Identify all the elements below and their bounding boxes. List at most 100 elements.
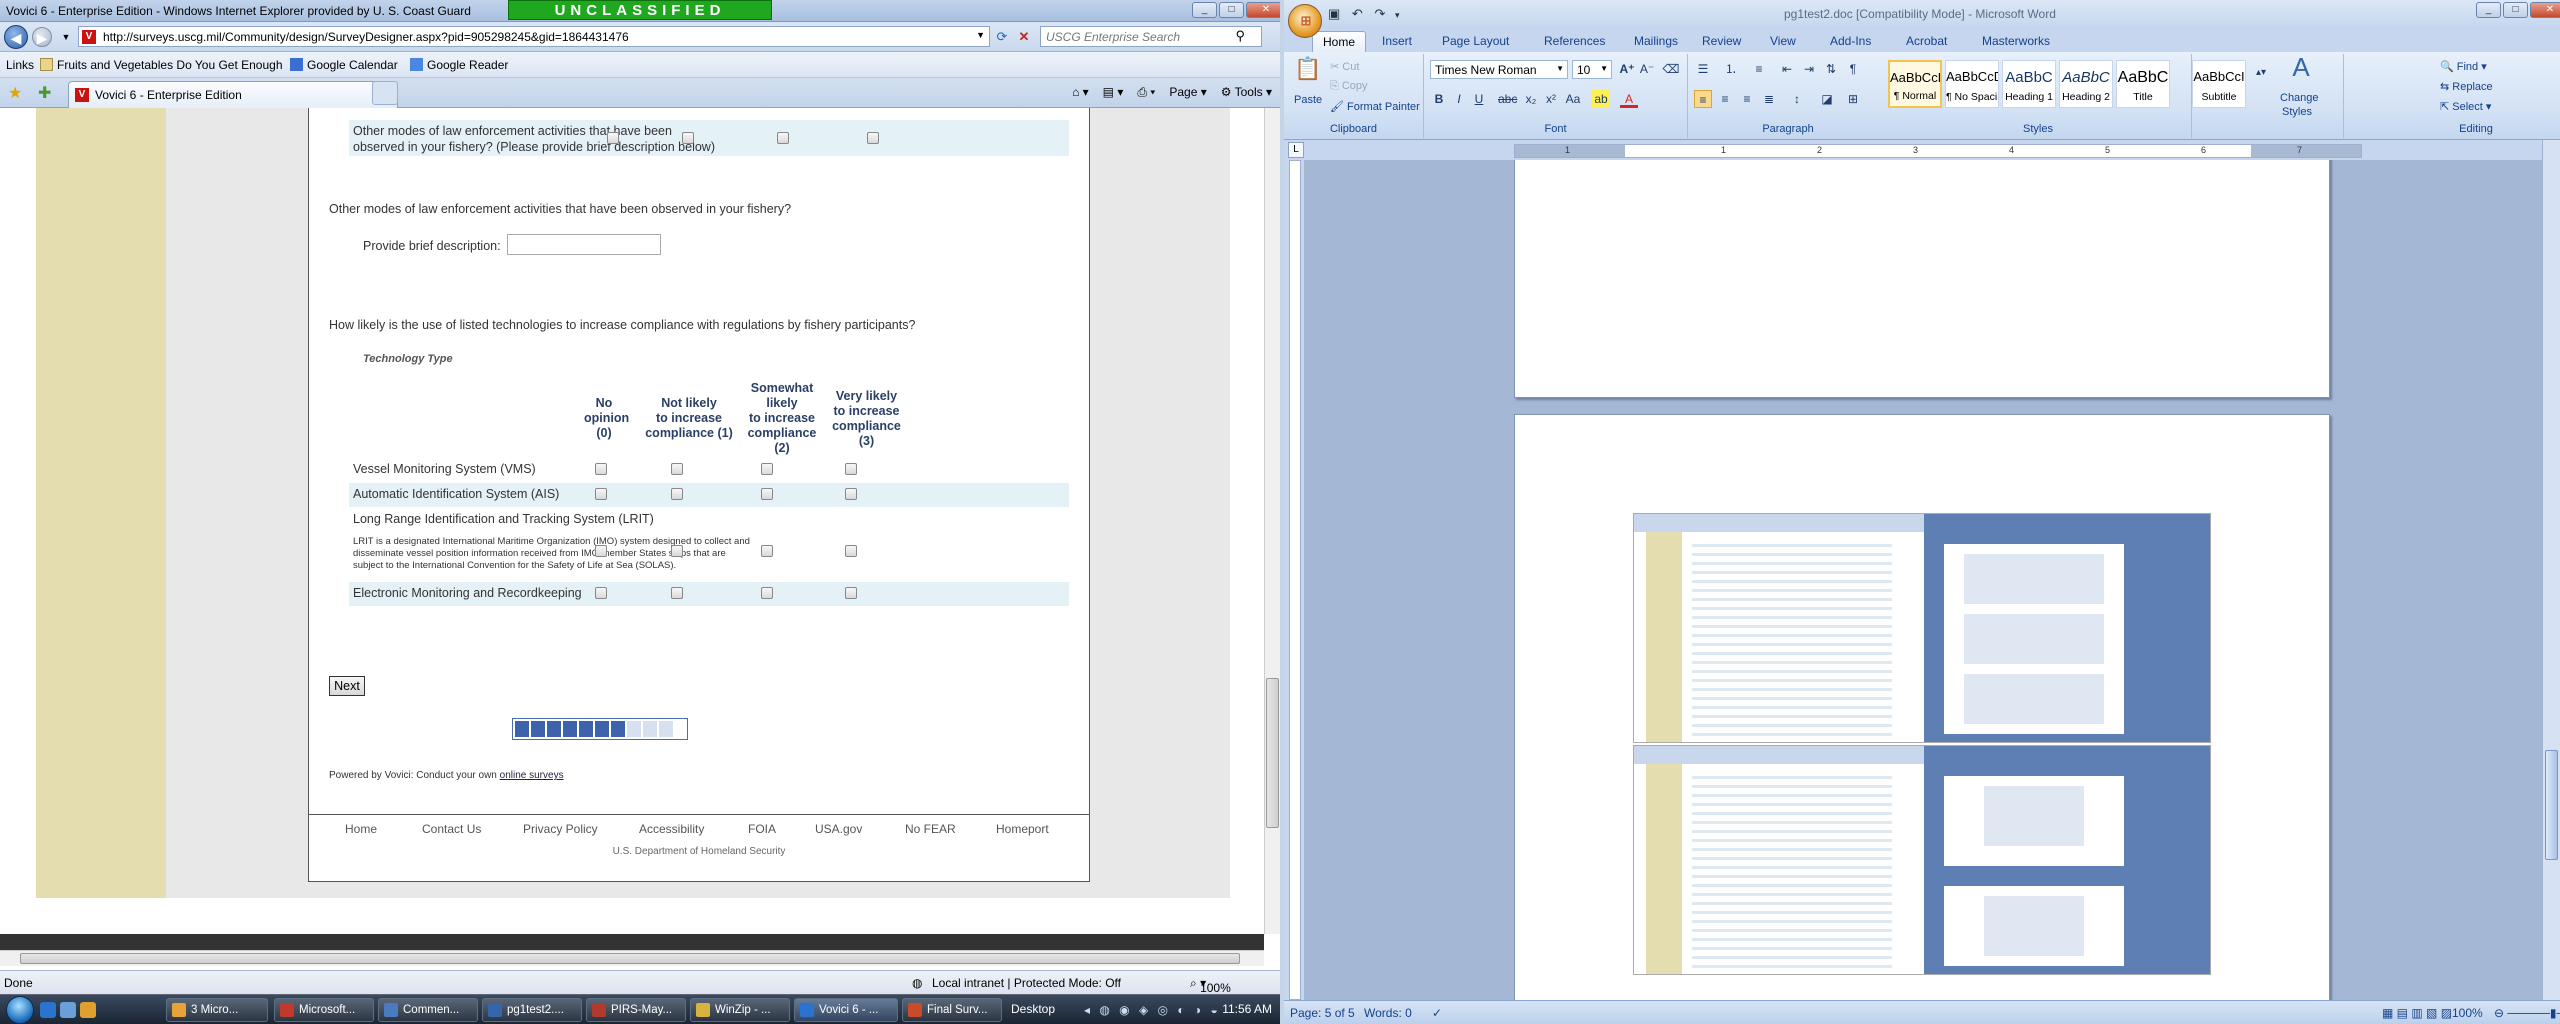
tab-page-layout[interactable]: Page Layout — [1432, 31, 1519, 52]
address-input[interactable]: V http://surveys.uscg.mil/Community/desi… — [78, 26, 990, 47]
italic-icon[interactable]: I — [1450, 90, 1468, 108]
scroll-thumb[interactable] — [20, 953, 1240, 964]
forward-icon[interactable]: ▶ — [32, 27, 52, 47]
checkbox[interactable] — [671, 545, 683, 557]
start-button[interactable] — [6, 996, 34, 1024]
paste-icon[interactable]: 📋 — [1294, 58, 1322, 90]
chevron-down-icon[interactable]: ▼ — [976, 30, 985, 40]
link-fruits[interactable]: Fruits and Vegetables Do You Get Enough — [40, 58, 283, 72]
footer-link-home[interactable]: Home — [345, 822, 377, 836]
clock[interactable]: 11:56 AM — [1222, 1002, 1272, 1016]
cut-button[interactable]: ✂ Cut — [1330, 60, 1359, 73]
footer-link-foia[interactable]: FOIA — [748, 822, 776, 836]
home-icon[interactable]: ⌂ ▾ — [1072, 85, 1089, 100]
tab-home[interactable]: Home — [1312, 31, 1367, 52]
ie-quicklaunch-icon[interactable] — [40, 1002, 56, 1018]
change-case-icon[interactable]: Aa — [1564, 90, 1582, 108]
taskbar-item[interactable]: PIRS-May... — [586, 998, 686, 1022]
checkbox[interactable] — [595, 545, 607, 557]
system-tray-icons[interactable]: ◂ ◍ ◉ ◈ ◎ ◐ ◑ ◒ — [1084, 1003, 1221, 1017]
close-icon[interactable]: ✕ — [1246, 2, 1280, 18]
borders-icon[interactable]: ⊞ — [1844, 90, 1862, 108]
checkbox[interactable] — [777, 132, 789, 144]
refresh-icon[interactable]: ⟳ — [992, 27, 1012, 47]
style-no-spacing[interactable]: AaBbCcDc ¶ No Spaci... — [1945, 60, 1999, 108]
checkbox[interactable] — [761, 587, 773, 599]
footer-link-nofear[interactable]: No FEAR — [905, 822, 956, 836]
checkbox[interactable] — [761, 463, 773, 475]
clear-format-icon[interactable]: ⌫ — [1662, 60, 1680, 78]
style-heading-2[interactable]: AaBbC Heading 2 — [2059, 60, 2113, 108]
checkbox[interactable] — [671, 488, 683, 500]
save-icon[interactable]: ▣ — [1328, 6, 1340, 21]
view-buttons[interactable]: ▦ ▤ ▥ ▧ ▨ — [2382, 1006, 2452, 1020]
numbering-icon[interactable]: ⒈ — [1722, 60, 1740, 78]
style-title[interactable]: AaBbC Title — [2116, 60, 2170, 108]
checkbox[interactable] — [682, 132, 694, 144]
tab-review[interactable]: Review — [1692, 31, 1751, 52]
font-size-combo[interactable]: 10 ▼ — [1572, 60, 1612, 79]
tab-selector-icon[interactable]: L — [1288, 142, 1304, 158]
new-tab-button[interactable] — [372, 81, 398, 105]
highlight-icon[interactable]: ab — [1592, 90, 1610, 108]
footer-link-contact[interactable]: Contact Us — [422, 822, 481, 836]
multilevel-list-icon[interactable]: ≡ — [1750, 60, 1768, 78]
redo-icon[interactable]: ↷ — [1374, 6, 1385, 21]
styles-scroll-icon[interactable]: ▴▾ — [2252, 64, 2270, 82]
strikethrough-icon[interactable]: abc — [1498, 90, 1517, 108]
word-count[interactable]: Words: 0 — [1364, 1006, 1412, 1020]
maximize-icon[interactable]: □ — [2503, 2, 2528, 18]
scroll-thumb[interactable] — [1266, 678, 1279, 828]
line-spacing-icon[interactable]: ↕ — [1788, 90, 1806, 108]
subscript-icon[interactable]: x₂ — [1522, 90, 1540, 108]
underline-icon[interactable]: U — [1470, 90, 1488, 108]
history-dropdown-icon[interactable]: ▼ — [56, 27, 76, 47]
tab-insert[interactable]: Insert — [1372, 31, 1422, 52]
checkbox[interactable] — [595, 587, 607, 599]
description-field[interactable] — [507, 234, 661, 255]
online-surveys-link[interactable]: online surveys — [500, 770, 564, 781]
shrink-font-icon[interactable]: A⁻ — [1638, 60, 1656, 78]
undo-icon[interactable]: ↶ — [1352, 6, 1363, 21]
word-vertical-scrollbar[interactable] — [2542, 140, 2560, 1000]
select-button[interactable]: ⇱ Select ▾ — [2440, 100, 2491, 113]
office-button[interactable]: ⊞ — [1288, 4, 1322, 38]
maximize-icon[interactable]: □ — [1219, 2, 1244, 18]
search-icon[interactable]: ⚲ — [1235, 28, 1245, 44]
taskbar-item[interactable]: WinZip - ... — [690, 998, 790, 1022]
favorites-star-icon[interactable]: ★ — [8, 83, 22, 103]
font-color-icon[interactable]: A — [1620, 90, 1638, 108]
zoom-slider[interactable]: ⊖ ─────▮──── ⊕ — [2494, 1006, 2560, 1020]
taskbar-item[interactable]: 3 Micro... — [166, 998, 268, 1022]
tab-add-ins[interactable]: Add-Ins — [1820, 31, 1881, 52]
vertical-scrollbar[interactable] — [1264, 108, 1280, 934]
change-styles-label[interactable]: Change — [2280, 92, 2319, 104]
link-google-reader[interactable]: Google Reader — [410, 58, 508, 72]
superscript-icon[interactable]: x² — [1542, 90, 1560, 108]
change-styles-label-2[interactable]: Styles — [2282, 106, 2312, 118]
desktop-toolbar[interactable]: Desktop — [1011, 1002, 1055, 1016]
checkbox[interactable] — [595, 488, 607, 500]
replace-button[interactable]: ⇆ Replace — [2440, 80, 2493, 93]
align-right-icon[interactable]: ≡ — [1738, 90, 1756, 108]
checkbox[interactable] — [845, 587, 857, 599]
back-icon[interactable]: ◀ — [4, 25, 28, 49]
grow-font-icon[interactable]: A⁺ — [1618, 60, 1636, 78]
taskbar-item[interactable]: Microsoft... — [274, 998, 374, 1022]
footer-link-privacy[interactable]: Privacy Policy — [523, 822, 598, 836]
minimize-icon[interactable]: _ — [2476, 2, 2501, 18]
show-desktop-icon[interactable] — [60, 1002, 76, 1018]
print-icon[interactable]: ⎙ ▾ — [1137, 85, 1155, 100]
horizontal-scrollbar[interactable] — [0, 950, 1264, 966]
shading-icon[interactable]: ◪ — [1818, 90, 1836, 108]
align-left-icon[interactable]: ≡ — [1694, 90, 1712, 108]
proofing-icon[interactable]: ✓ — [1432, 1006, 1442, 1020]
scroll-thumb[interactable] — [2545, 750, 2558, 860]
checkbox[interactable] — [761, 488, 773, 500]
page-menu[interactable]: Page ▾ — [1169, 85, 1206, 100]
sort-icon[interactable]: ⇅ — [1822, 60, 1840, 78]
taskbar-item[interactable]: Vovici 6 - ... — [794, 998, 898, 1022]
footer-link-homeport[interactable]: Homeport — [996, 822, 1049, 836]
tab-vovici[interactable]: V Vovici 6 - Enterprise Edition — [68, 81, 398, 108]
next-button[interactable]: Next — [329, 676, 365, 696]
